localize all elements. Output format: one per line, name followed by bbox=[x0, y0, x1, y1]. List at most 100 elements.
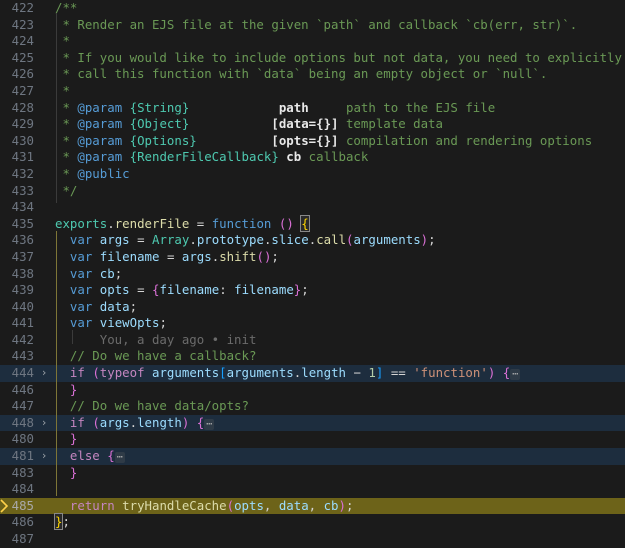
code-token: args bbox=[181, 248, 212, 264]
code-token: } bbox=[69, 381, 78, 397]
line-content: var filename = args.shift(); bbox=[55, 249, 279, 266]
code-token: * If you would like to include options b… bbox=[55, 49, 622, 65]
editor-line[interactable]: 427 * bbox=[0, 83, 625, 100]
line-background bbox=[0, 0, 625, 17]
code-token: 'function' bbox=[413, 365, 488, 381]
code-token: ) bbox=[420, 232, 429, 248]
code-token: * bbox=[55, 132, 78, 148]
editor-line[interactable]: 448 › if (args.length) {⋯ bbox=[0, 414, 625, 432]
line-content: * bbox=[55, 33, 70, 50]
code-token: renderFile bbox=[114, 215, 190, 231]
editor-line[interactable]: 430 * @param {Options} [opts={}] compila… bbox=[0, 133, 625, 150]
editor-line[interactable]: 443 // Do we have a callback? bbox=[0, 348, 625, 365]
editor-line[interactable]: 424 * bbox=[0, 33, 625, 50]
code-token: args bbox=[99, 232, 130, 248]
code-editor[interactable]: 422 /** 423 * Render an EJS file at the gi… bbox=[0, 0, 625, 546]
code-token: compilation and rendering options bbox=[338, 132, 593, 148]
code-token: filename bbox=[234, 282, 294, 298]
editor-line[interactable]: 431 * @param {RenderFileCallback} cb cal… bbox=[0, 149, 625, 166]
editor-line[interactable]: 423 * Render an EJS file at the given `p… bbox=[0, 17, 625, 34]
code-token: @public bbox=[77, 165, 130, 181]
code-token: * bbox=[55, 82, 70, 98]
code-token: var bbox=[69, 248, 93, 264]
line-number: 428 bbox=[11, 99, 34, 115]
line-number: 424 bbox=[11, 33, 34, 49]
editor-line[interactable]: 434 bbox=[0, 199, 625, 216]
editor-line[interactable]: 486}; bbox=[0, 513, 625, 531]
code-token: args bbox=[99, 414, 130, 430]
code-token: , bbox=[263, 497, 279, 513]
line-number: 447 bbox=[11, 398, 34, 414]
code-token: } bbox=[69, 464, 78, 480]
editor-line[interactable]: 447 // Do we have data/opts? bbox=[0, 398, 625, 415]
code-token: [data={}] bbox=[271, 116, 339, 132]
editor-line[interactable]: 439 var opts = {filename: filename}; bbox=[0, 282, 625, 299]
editor-line[interactable]: 425 * If you would like to include optio… bbox=[0, 50, 625, 67]
line-content: // Do we have data/opts? bbox=[55, 398, 249, 415]
code-token: 1 bbox=[368, 365, 376, 381]
line-content: }; bbox=[53, 513, 70, 531]
code-token: * bbox=[55, 33, 70, 49]
editor-line[interactable]: 446 } bbox=[0, 382, 625, 399]
code-token: // Do we have data/opts? bbox=[55, 398, 249, 414]
editor-line[interactable]: 485 return tryHandleCache(opts, data, cb… bbox=[0, 497, 625, 515]
editor-line[interactable]: 483 } bbox=[0, 465, 625, 482]
editor-line[interactable]: 487 bbox=[0, 531, 625, 548]
editor-line[interactable]: 436 var args = Array.prototype.slice.cal… bbox=[0, 232, 625, 249]
editor-line[interactable]: 438 var cb; bbox=[0, 266, 625, 283]
line-number: 486 bbox=[11, 514, 34, 530]
editor-line[interactable]: 422 /** bbox=[0, 0, 625, 17]
fold-chevron-icon[interactable]: › bbox=[38, 365, 50, 382]
fold-chevron-icon[interactable]: › bbox=[38, 448, 50, 465]
editor-line[interactable]: 435 exports.renderFile = function () { bbox=[0, 214, 625, 233]
line-number: 442 bbox=[11, 331, 34, 347]
code-token: var bbox=[69, 265, 93, 281]
code-token: { bbox=[300, 214, 310, 232]
editor-line[interactable]: 432 * @public bbox=[0, 166, 625, 183]
line-number: 427 bbox=[11, 82, 34, 98]
editor-line[interactable]: 484 bbox=[0, 481, 625, 498]
editor-line[interactable]: 481 › else {⋯ bbox=[0, 448, 625, 465]
code-token: cb bbox=[323, 497, 339, 513]
editor-line[interactable]: 428 * @param {String} path path to the E… bbox=[0, 100, 625, 117]
editor-line[interactable]: 442 You, a day ago • init bbox=[0, 332, 625, 349]
code-token: * bbox=[55, 149, 78, 165]
editor-line[interactable]: 429 * @param {Object} [data={}] template… bbox=[0, 116, 625, 133]
editor-line[interactable]: 444 › if (typeof arguments[arguments.leng… bbox=[0, 365, 625, 382]
line-number: 446 bbox=[11, 381, 34, 397]
line-content: * @public bbox=[55, 165, 130, 183]
editor-line[interactable]: 426 * call this function with `data` bei… bbox=[0, 66, 625, 83]
code-token: typeof bbox=[99, 365, 145, 381]
line-number: 485 bbox=[11, 497, 34, 513]
editor-line[interactable]: 440 var data; bbox=[0, 299, 625, 316]
line-content: * If you would like to include options b… bbox=[55, 50, 622, 67]
editor-line[interactable]: 441 var viewOpts; bbox=[0, 315, 625, 332]
fold-chevron-icon[interactable]: › bbox=[38, 415, 50, 432]
line-number: 443 bbox=[11, 348, 34, 364]
editor-line[interactable]: 480 } bbox=[0, 431, 625, 448]
git-blame-annotation[interactable]: You, a day ago • init bbox=[55, 332, 257, 349]
line-number: 423 bbox=[11, 16, 34, 32]
editor-line[interactable]: 433 */ bbox=[0, 183, 625, 200]
active-indent-guide bbox=[56, 231, 57, 496]
code-token: ( bbox=[92, 365, 100, 381]
code-token: () bbox=[256, 248, 272, 264]
editor-line[interactable]: 437 var filename = args.shift(); bbox=[0, 249, 625, 266]
line-number: 480 bbox=[11, 431, 34, 447]
code-token: ; bbox=[129, 298, 138, 314]
code-token: ; bbox=[62, 514, 70, 530]
code-token: @param bbox=[77, 132, 123, 148]
code-token: filename bbox=[99, 248, 160, 264]
line-content: * Render an EJS file at the given `path`… bbox=[55, 17, 577, 34]
line-content: exports.renderFile = function () { bbox=[55, 214, 310, 233]
